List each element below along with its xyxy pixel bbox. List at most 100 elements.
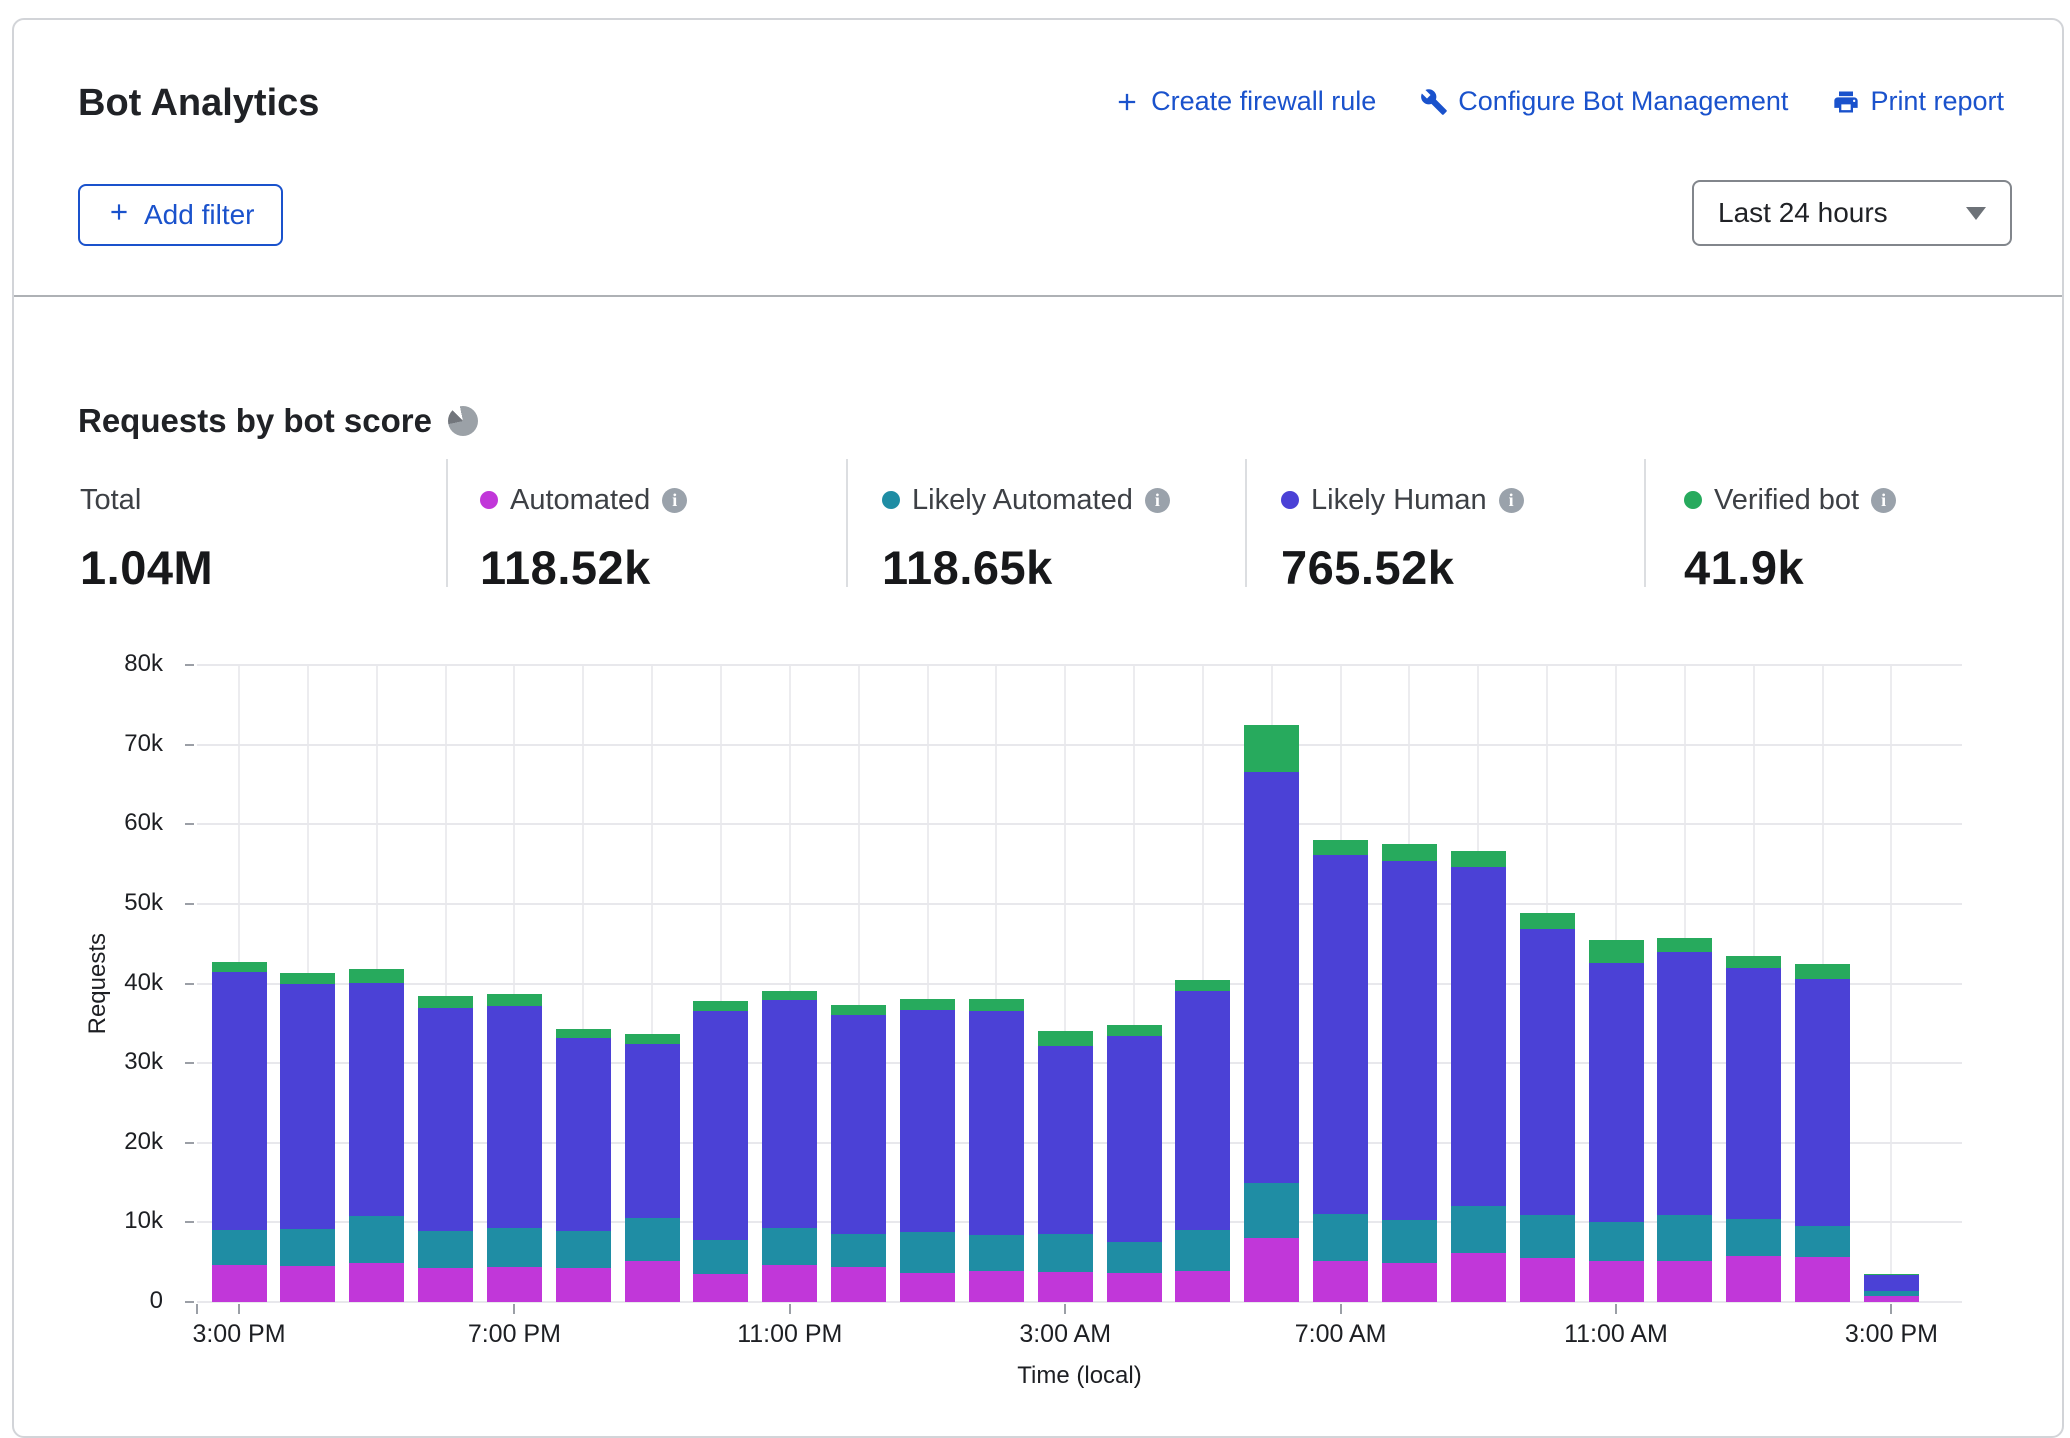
stat-divider <box>1644 459 1646 587</box>
bar-segment <box>212 962 267 972</box>
bar-segment <box>212 972 267 1229</box>
bar-segment <box>1107 1242 1162 1273</box>
info-icon[interactable] <box>1499 488 1524 513</box>
bar-segment <box>1520 1258 1575 1302</box>
bar-segment <box>1864 1275 1919 1291</box>
info-icon[interactable] <box>662 488 687 513</box>
bar-segment <box>280 973 335 984</box>
bar-segment <box>349 983 404 1216</box>
chart-plot-area: 010k20k30k40k50k60k70k80k3:00 PM7:00 PM1… <box>197 665 1962 1302</box>
stat-automated-value: 118.52k <box>480 540 687 595</box>
bar-segment <box>1313 1261 1368 1302</box>
stat-total: Total 1.04M <box>80 482 213 595</box>
stat-likely-automated-label: Likely Automated <box>912 484 1133 517</box>
bar-segment <box>693 1011 748 1240</box>
bar-segment <box>1657 952 1712 1216</box>
bar-segment <box>900 1010 955 1232</box>
bar-segment <box>487 1006 542 1228</box>
print-report-label: Print report <box>1870 86 2004 117</box>
stat-likely-automated-value: 118.65k <box>882 540 1170 595</box>
stat-automated: Automated 118.52k <box>480 482 687 595</box>
stat-verified-bot-value: 41.9k <box>1684 540 1896 595</box>
stat-divider <box>1245 459 1247 587</box>
bar-segment <box>900 1273 955 1302</box>
add-filter-button[interactable]: Add filter <box>78 184 283 246</box>
bar-segment <box>1382 1220 1437 1263</box>
bar-segment <box>831 1015 886 1234</box>
bar-segment <box>1313 1214 1368 1261</box>
bar-segment <box>1175 1271 1230 1302</box>
likely-human-legend-dot <box>1281 491 1299 509</box>
bar-segment <box>1589 1261 1644 1302</box>
bar-segment <box>1520 929 1575 1216</box>
chevron-down-icon <box>1966 207 1986 220</box>
bar-segment <box>418 1231 473 1268</box>
stat-verified-bot: Verified bot 41.9k <box>1684 482 1896 595</box>
bar-segment <box>1451 1253 1506 1302</box>
bar-segment <box>1451 867 1506 1206</box>
bar-segment <box>625 1261 680 1302</box>
bar-segment <box>349 1263 404 1302</box>
bar-segment <box>1175 991 1230 1230</box>
stat-likely-automated: Likely Automated 118.65k <box>882 482 1170 595</box>
bar-segment <box>1795 979 1850 1226</box>
bar-segment <box>280 984 335 1228</box>
pie-chart-icon <box>448 406 478 436</box>
bar-segment <box>1520 913 1575 929</box>
info-icon[interactable] <box>1871 488 1896 513</box>
info-icon[interactable] <box>1145 488 1170 513</box>
bar-segment <box>487 1228 542 1267</box>
bar-segment <box>900 999 955 1009</box>
configure-bot-management-link[interactable]: Configure Bot Management <box>1420 86 1788 117</box>
page-title: Bot Analytics <box>78 82 319 125</box>
bar-segment <box>1244 725 1299 772</box>
bar-segment <box>1795 1226 1850 1258</box>
bar-segment <box>625 1034 680 1044</box>
create-firewall-rule-label: Create firewall rule <box>1151 86 1376 117</box>
stat-total-value: 1.04M <box>80 540 213 595</box>
bar-segment <box>762 1228 817 1265</box>
section-title: Requests by bot score <box>78 402 432 440</box>
bar-segment <box>1382 1263 1437 1302</box>
bar-segment <box>556 1231 611 1268</box>
stat-divider <box>446 459 448 587</box>
bar-segment <box>280 1229 335 1266</box>
bar-segment <box>1038 1031 1093 1046</box>
bar-segment <box>1657 1261 1712 1302</box>
bar-segment <box>349 969 404 983</box>
time-range-select[interactable]: Last 24 hours <box>1692 180 2012 246</box>
bar-segment <box>1726 1219 1781 1256</box>
bar-segment <box>900 1232 955 1273</box>
bar-segment <box>1107 1025 1162 1036</box>
bar-segment <box>1382 844 1437 861</box>
stat-likely-human-value: 765.52k <box>1281 540 1524 595</box>
automated-legend-dot <box>480 491 498 509</box>
bar-segment <box>556 1029 611 1038</box>
bar-segment <box>693 1240 748 1274</box>
stat-total-label: Total <box>80 484 141 517</box>
bar-segment <box>1726 968 1781 1219</box>
bar-segment <box>1038 1272 1093 1302</box>
printer-icon <box>1832 88 1860 116</box>
bot-analytics-card: Bot Analytics Create firewall rule Confi… <box>12 18 2064 1438</box>
x-axis-title: Time (local) <box>197 1362 1962 1390</box>
bar-segment <box>1520 1215 1575 1258</box>
verified-bot-legend-dot <box>1684 491 1702 509</box>
bar-segment <box>762 1265 817 1302</box>
bar-segment <box>418 1268 473 1302</box>
bar-segment <box>1244 1238 1299 1302</box>
bar-segment <box>1657 1215 1712 1260</box>
time-range-value: Last 24 hours <box>1718 197 1888 229</box>
header-divider <box>14 295 2062 297</box>
bar-segment <box>1313 855 1368 1213</box>
bar-segment <box>1038 1234 1093 1272</box>
stat-likely-human: Likely Human 765.52k <box>1281 482 1524 595</box>
add-filter-label: Add filter <box>144 199 255 231</box>
bar-segment <box>969 1011 1024 1236</box>
bar-segment <box>762 1000 817 1228</box>
print-report-link[interactable]: Print report <box>1832 86 2004 117</box>
create-firewall-rule-link[interactable]: Create firewall rule <box>1113 86 1376 117</box>
bar-segment <box>556 1038 611 1231</box>
bar-segment <box>625 1044 680 1218</box>
bar-segment <box>556 1268 611 1302</box>
